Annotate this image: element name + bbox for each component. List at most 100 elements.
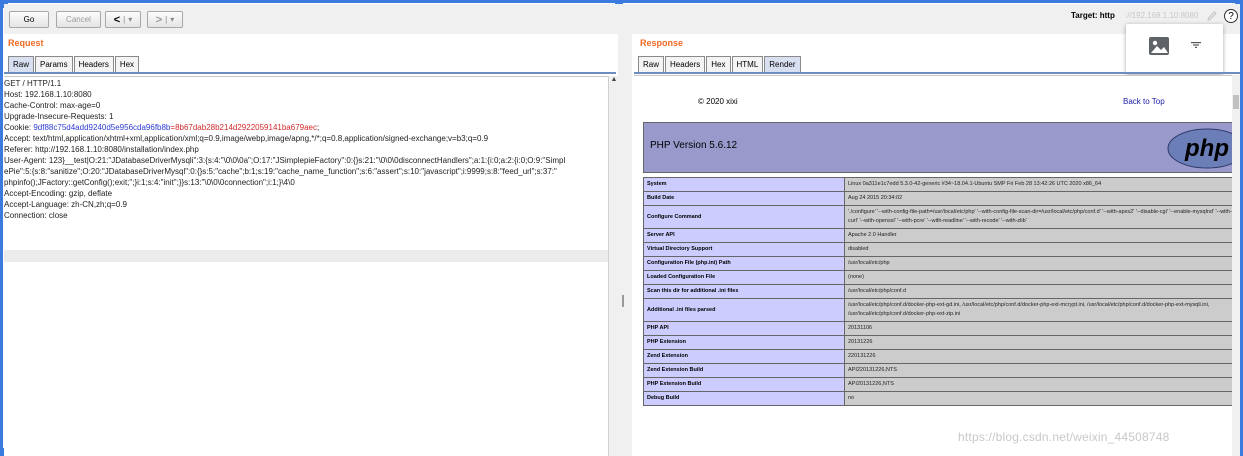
request-line: Accept-Language: zh-CN,zh;q=0.9 — [4, 200, 127, 209]
request-editor[interactable]: GET / HTTP/1.1 Host: 192.168.1.10:8080 C… — [4, 76, 608, 456]
phpinfo-key: Scan this dir for additional .ini files — [643, 284, 845, 299]
phpinfo-key: Configuration File (php.ini) Path — [643, 256, 845, 271]
help-glyph: ? — [1228, 10, 1234, 22]
phpinfo-value: Linux 0a311e1c7edd 5.3.0-42-generic #34~… — [844, 177, 1238, 192]
phpinfo-value: './configure' '--with-config-file-path=/… — [844, 205, 1238, 229]
cookie-name: 9df88c75d4add9240d5e956cda96fb8b — [33, 123, 171, 132]
caret-line — [4, 250, 608, 262]
cookie-end: ; — [317, 123, 320, 132]
phpinfo-row: PHP Extension Build API20131226,NTS — [643, 377, 1238, 392]
cancel-button[interactable]: Cancel — [56, 11, 101, 28]
phpinfo-key: Zend Extension Build — [643, 363, 845, 378]
scroll-thumb[interactable] — [1233, 95, 1239, 109]
phpinfo-value: 20131226 — [844, 335, 1238, 350]
phpinfo-row: Loaded Configuration File (none) — [643, 270, 1238, 285]
target-value[interactable]: ://192.168.1.10:8080 — [1125, 11, 1198, 20]
cookie-line: Cookie: 9df88c75d4add9240d5e956cda96fb8b… — [4, 122, 319, 133]
response-tabs: Raw Headers Hex HTML Render — [638, 56, 802, 72]
php-logo-text: php — [1184, 135, 1229, 162]
forward-arrow-icon: > — [155, 13, 163, 26]
phpinfo-row: Debug Build no — [643, 391, 1238, 406]
back-to-top-link[interactable]: Back to Top — [1123, 97, 1165, 106]
phpinfo-row: Configuration File (php.ini) Path/usr/lo… — [643, 256, 1238, 271]
scroll-up-icon[interactable]: ▲ — [610, 76, 618, 83]
cancel-label: Cancel — [66, 15, 91, 24]
tab-headers[interactable]: Headers — [73, 56, 114, 72]
target-label: Target: http — [1071, 11, 1115, 20]
phpinfo-key: Debug Build — [643, 391, 845, 406]
phpinfo-table: System Linux 0a311e1c7edd 5.3.0-42-generi… — [643, 177, 1238, 406]
request-tabs: Raw Params Headers Hex — [8, 56, 140, 72]
tab-render[interactable]: Render — [764, 56, 801, 72]
menu-icon[interactable] — [1191, 42, 1201, 48]
phpinfo-value: no — [844, 391, 1238, 406]
phpinfo-key: Server API — [643, 228, 845, 243]
request-line: Accept-Encoding: gzip, deflate — [4, 189, 113, 198]
phpinfo-row: Scan this dir for additional .ini files /… — [643, 284, 1238, 299]
image-icon[interactable] — [1148, 36, 1170, 56]
phpinfo-row: Zend Extension Build API220131226,NTS — [643, 363, 1238, 378]
request-line: GET / HTTP/1.1 — [4, 79, 62, 88]
phpinfo-key: Loaded Configuration File — [643, 270, 845, 285]
tab-raw[interactable]: Raw — [8, 56, 35, 72]
phpinfo-key: Zend Extension — [643, 349, 845, 364]
phpinfo-row: Configure Command './configure' '--with-c… — [643, 205, 1238, 229]
phpinfo-key: Virtual Directory Support — [643, 242, 845, 257]
chevron-down-icon: ▾ — [128, 15, 133, 24]
phpinfo-key: PHP Extension Build — [643, 377, 845, 392]
phpinfo-row: PHP API 20131106 — [643, 321, 1238, 336]
tab-html[interactable]: HTML — [731, 56, 764, 72]
phpinfo-row: Virtual Directory Support disabled — [643, 242, 1238, 257]
back-button[interactable]: < | ▾ — [105, 11, 141, 28]
tab-hex[interactable]: Hex — [114, 56, 140, 72]
render-pane: © 2020 xixi Back to Top PHP Version 5.6.… — [634, 75, 1240, 456]
phpinfo-row: Server API Apache 2.0 Handler — [643, 228, 1238, 243]
phpinfo-value: disabled — [844, 242, 1238, 257]
phpinfo-row: PHP Extension 20131226 — [643, 335, 1238, 350]
phpinfo-row: System Linux 0a311e1c7edd 5.3.0-42-generi… — [643, 177, 1238, 192]
phpinfo-value: /usr/local/etc/php — [844, 256, 1238, 271]
copyright-text: © 2020 xixi — [698, 97, 738, 106]
phpinfo-key: Configure Command — [643, 205, 845, 229]
phpinfo-value: API20131226,NTS — [844, 377, 1238, 392]
request-line: Accept: text/html,application/xhtml+xml,… — [4, 134, 489, 143]
chevron-down-icon: ▾ — [170, 15, 175, 24]
cookie-label: Cookie: — [4, 123, 34, 132]
help-icon[interactable]: ? — [1224, 9, 1238, 23]
php-logo-icon: php — [1167, 128, 1240, 169]
phpinfo-value: Apache 2.0 Handler — [844, 228, 1238, 243]
phpinfo-row: Build Date Aug 24 2015 20:34:02 — [643, 191, 1238, 206]
image-options-popup — [1126, 24, 1223, 74]
phpinfo-row: Zend Extension 220131226 — [643, 349, 1238, 364]
phpinfo-key: Build Date — [643, 191, 845, 206]
request-line: Cache-Control: max-age=0 — [4, 101, 101, 110]
request-line: phpinfo();JFactory::getConfig();exit;";}… — [4, 178, 295, 187]
request-line: Upgrade-Insecure-Requests: 1 — [4, 112, 114, 121]
request-scrollbar[interactable]: ▲ — [608, 76, 618, 456]
phpinfo-row: Additional .ini files parsed/usr/local/e… — [643, 298, 1238, 322]
pencil-icon[interactable] — [1206, 10, 1218, 22]
tab-headers[interactable]: Headers — [665, 56, 706, 72]
response-title: Response — [640, 38, 684, 48]
phpinfo-value: Aug 24 2015 20:34:02 — [844, 191, 1238, 206]
tab-raw[interactable]: Raw — [638, 56, 665, 72]
response-scrollbar[interactable] — [1232, 75, 1240, 456]
php-version-title: PHP Version 5.6.12 — [650, 140, 738, 151]
go-button[interactable]: Go — [9, 11, 49, 28]
cookie-value: =8b67dab28b214d2922059141ba679aec — [170, 123, 317, 132]
phpinfo-key: System — [643, 177, 845, 192]
request-title: Request — [8, 38, 44, 48]
tab-hex[interactable]: Hex — [706, 56, 731, 72]
tab-divider — [634, 72, 1240, 74]
divider-grip-icon[interactable] — [622, 295, 624, 307]
phpinfo-key: Additional .ini files parsed — [643, 298, 845, 322]
request-line: Connection: close — [4, 211, 68, 220]
request-line: Referer: http://192.168.1.10:8080/instal… — [4, 145, 199, 154]
pane-divider[interactable] — [618, 34, 632, 456]
tab-params[interactable]: Params — [35, 56, 73, 72]
forward-button[interactable]: > | ▾ — [147, 11, 183, 28]
window-frame-left — [0, 0, 3, 456]
phpinfo-table-body: System Linux 0a311e1c7edd 5.3.0-42-generi… — [643, 177, 1238, 406]
watermark: https://blog.csdn.net/weixin_44508748 — [958, 430, 1170, 444]
phpinfo-value: /usr/local/etc/php/conf.d/docker-php-ext… — [844, 298, 1238, 322]
